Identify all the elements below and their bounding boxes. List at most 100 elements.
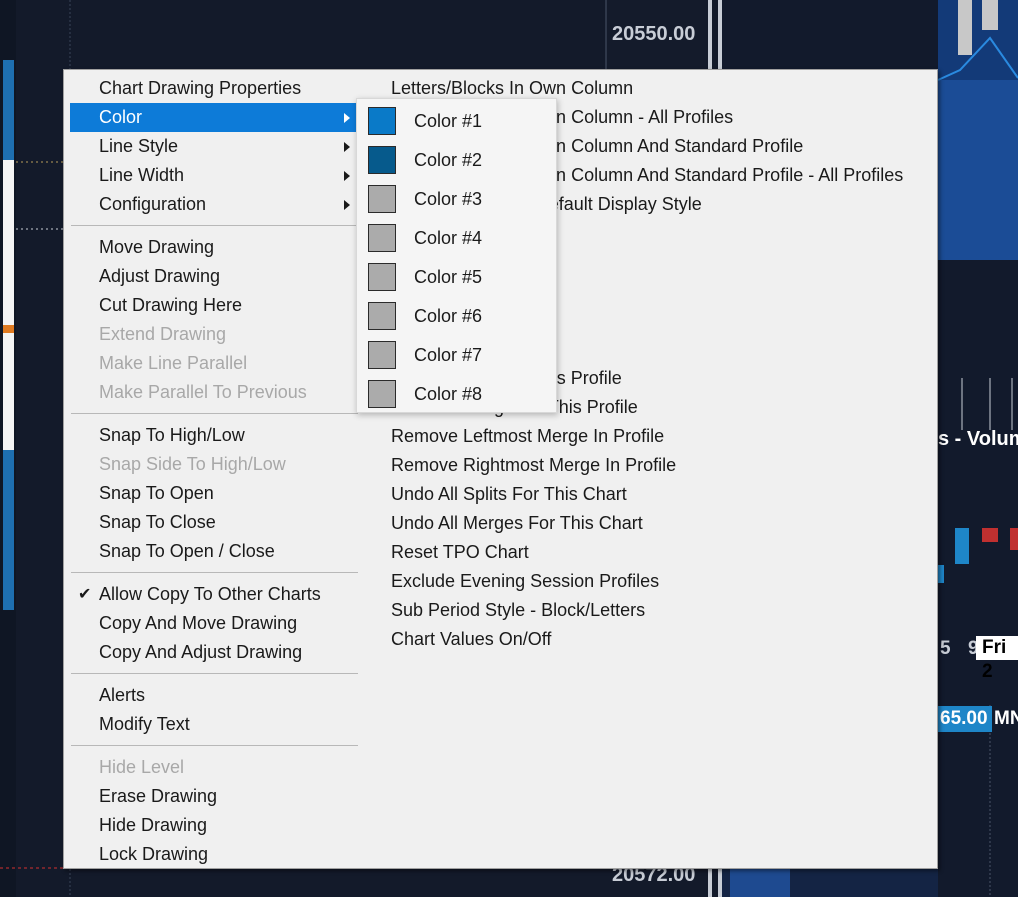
color-option-label: Color #5	[414, 267, 483, 287]
menu-item-erase-drawing[interactable]: Erase Drawing	[64, 782, 358, 811]
color-option-label: Color #2	[414, 150, 483, 170]
menu-item-remove-leftmost-merge-in-profile[interactable]: Remove Leftmost Merge In Profile	[376, 422, 936, 451]
menu-item-lock-drawing[interactable]: Lock Drawing	[64, 840, 358, 869]
menu-item-undo-all-splits-for-this-chart[interactable]: Undo All Splits For This Chart	[376, 480, 936, 509]
menu-item-line-style[interactable]: Line Style	[64, 132, 358, 161]
menu-item-label: Chart Drawing Properties	[99, 78, 302, 98]
menu-item-label: Cut Drawing Here	[99, 295, 243, 315]
color-swatch-icon	[368, 224, 396, 252]
menu-item-modify-text[interactable]: Modify Text	[64, 710, 358, 739]
menu-item-label: Copy And Adjust Drawing	[99, 642, 303, 662]
menu-item-label: Make Parallel To Previous	[99, 382, 307, 402]
menu-item-label: Lock Drawing	[99, 844, 209, 864]
submenu-arrow-icon	[344, 142, 350, 152]
submenu-arrow-icon	[344, 113, 350, 123]
menu-item-label: Line Style	[99, 136, 179, 156]
menu-item-move-drawing[interactable]: Move Drawing	[64, 233, 358, 262]
color-option-1[interactable]: Color #1	[357, 102, 556, 141]
color-option-label: Color #3	[414, 189, 483, 209]
menu-item-snap-side-to-high-low: Snap Side To High/Low	[64, 450, 358, 479]
menu-item-adjust-drawing[interactable]: Adjust Drawing	[64, 262, 358, 291]
menu-item-snap-to-open-close[interactable]: Snap To Open / Close	[64, 537, 358, 566]
menu-item-label: Extend Drawing	[99, 324, 227, 344]
color-submenu: Color #1 Color #2 Color #3 Color #4 Color #5…	[356, 98, 557, 413]
color-swatch-icon	[368, 341, 396, 369]
mn-label: MN	[994, 708, 1018, 729]
menu-item-label: Hide Level	[99, 757, 185, 777]
color-option-2[interactable]: Color #2	[357, 141, 556, 180]
menu-item-label: Snap To High/Low	[99, 425, 245, 445]
color-option-label: Color #7	[414, 345, 483, 365]
color-option-label: Color #8	[414, 384, 483, 404]
color-swatch-icon	[368, 380, 396, 408]
menu-item-label: Hide Drawing	[99, 815, 208, 835]
menu-separator	[71, 673, 358, 674]
menu-item-snap-to-open[interactable]: Snap To Open	[64, 479, 358, 508]
menu-item-label: Line Width	[99, 165, 185, 185]
menu-item-label: Make Line Parallel	[99, 353, 248, 373]
menu-item-chart-values-on-off[interactable]: Chart Values On/Off	[376, 625, 936, 654]
menu-item-make-line-parallel: Make Line Parallel	[64, 349, 358, 378]
menu-separator	[71, 225, 358, 226]
color-swatch-icon	[368, 263, 396, 291]
menu-item-extend-drawing: Extend Drawing	[64, 320, 358, 349]
menu-item-make-parallel-to-previous: Make Parallel To Previous	[64, 378, 358, 407]
menu-item-label: Snap To Open / Close	[99, 541, 275, 561]
submenu-arrow-icon	[344, 171, 350, 181]
color-option-label: Color #4	[414, 228, 483, 248]
menu-item-chart-drawing-properties[interactable]: Chart Drawing Properties	[64, 74, 358, 103]
menu-item-hide-level: Hide Level	[64, 753, 358, 782]
checkmark-icon: ✔	[78, 586, 92, 603]
menu-item-line-width[interactable]: Line Width	[64, 161, 358, 190]
menu-separator	[71, 572, 358, 573]
mn-price-tag: 65.00	[936, 706, 992, 732]
menu-item-label: Allow Copy To Other Charts	[99, 584, 321, 604]
color-option-7[interactable]: Color #7	[357, 336, 556, 375]
volume-title-text: s - Volum	[938, 428, 1018, 450]
color-swatch-icon	[368, 185, 396, 213]
menu-item-label: Snap To Close	[99, 512, 216, 532]
menu-item-reset-tpo-chart[interactable]: Reset TPO Chart	[376, 538, 936, 567]
color-swatch-icon	[368, 302, 396, 330]
color-option-8[interactable]: Color #8	[357, 375, 556, 414]
menu-item-copy-and-adjust-drawing[interactable]: Copy And Adjust Drawing	[64, 638, 358, 667]
color-swatch-icon	[368, 107, 396, 135]
color-option-3[interactable]: Color #3	[357, 180, 556, 219]
color-swatch-icon	[368, 146, 396, 174]
color-option-6[interactable]: Color #6	[357, 297, 556, 336]
date-label-current: Fri 2	[976, 636, 1018, 682]
menu-column-drawing: Chart Drawing Properties Color Line Style L…	[64, 74, 358, 869]
menu-item-allow-copy-to-other-charts[interactable]: ✔ Allow Copy To Other Charts	[64, 580, 358, 609]
submenu-arrow-icon	[344, 200, 350, 210]
color-option-label: Color #1	[414, 111, 483, 131]
menu-item-label: Erase Drawing	[99, 786, 218, 806]
menu-item-snap-to-close[interactable]: Snap To Close	[64, 508, 358, 537]
color-option-label: Color #6	[414, 306, 483, 326]
color-option-4[interactable]: Color #4	[357, 219, 556, 258]
menu-item-cut-drawing-here[interactable]: Cut Drawing Here	[64, 291, 358, 320]
menu-item-hide-drawing[interactable]: Hide Drawing	[64, 811, 358, 840]
color-option-5[interactable]: Color #5	[357, 258, 556, 297]
price-label-top: 20550.00	[612, 23, 696, 45]
date-label-1: 5	[940, 638, 951, 659]
menu-item-snap-to-high-low[interactable]: Snap To High/Low	[64, 421, 358, 450]
menu-item-undo-all-merges-for-this-chart[interactable]: Undo All Merges For This Chart	[376, 509, 936, 538]
menu-item-label: Alerts	[99, 685, 146, 705]
menu-item-exclude-evening-session-profiles[interactable]: Exclude Evening Session Profiles	[376, 567, 936, 596]
menu-item-label: Modify Text	[99, 714, 190, 734]
menu-separator	[71, 413, 358, 414]
menu-item-copy-and-move-drawing[interactable]: Copy And Move Drawing	[64, 609, 358, 638]
menu-item-remove-rightmost-merge-in-profile[interactable]: Remove Rightmost Merge In Profile	[376, 451, 936, 480]
menu-item-label: Move Drawing	[99, 237, 215, 257]
menu-separator	[71, 745, 358, 746]
menu-item-label: Color	[99, 107, 143, 127]
menu-item-label: Adjust Drawing	[99, 266, 221, 286]
menu-item-sub-period-style-block-letters[interactable]: Sub Period Style - Block/Letters	[376, 596, 936, 625]
menu-item-label: Snap Side To High/Low	[99, 454, 286, 474]
menu-item-alerts[interactable]: Alerts	[64, 681, 358, 710]
menu-item-label: Snap To Open	[99, 483, 214, 503]
menu-item-label: Copy And Move Drawing	[99, 613, 298, 633]
menu-item-color[interactable]: Color	[70, 103, 358, 132]
menu-item-label: Configuration	[99, 194, 207, 214]
menu-item-configuration[interactable]: Configuration	[64, 190, 358, 219]
